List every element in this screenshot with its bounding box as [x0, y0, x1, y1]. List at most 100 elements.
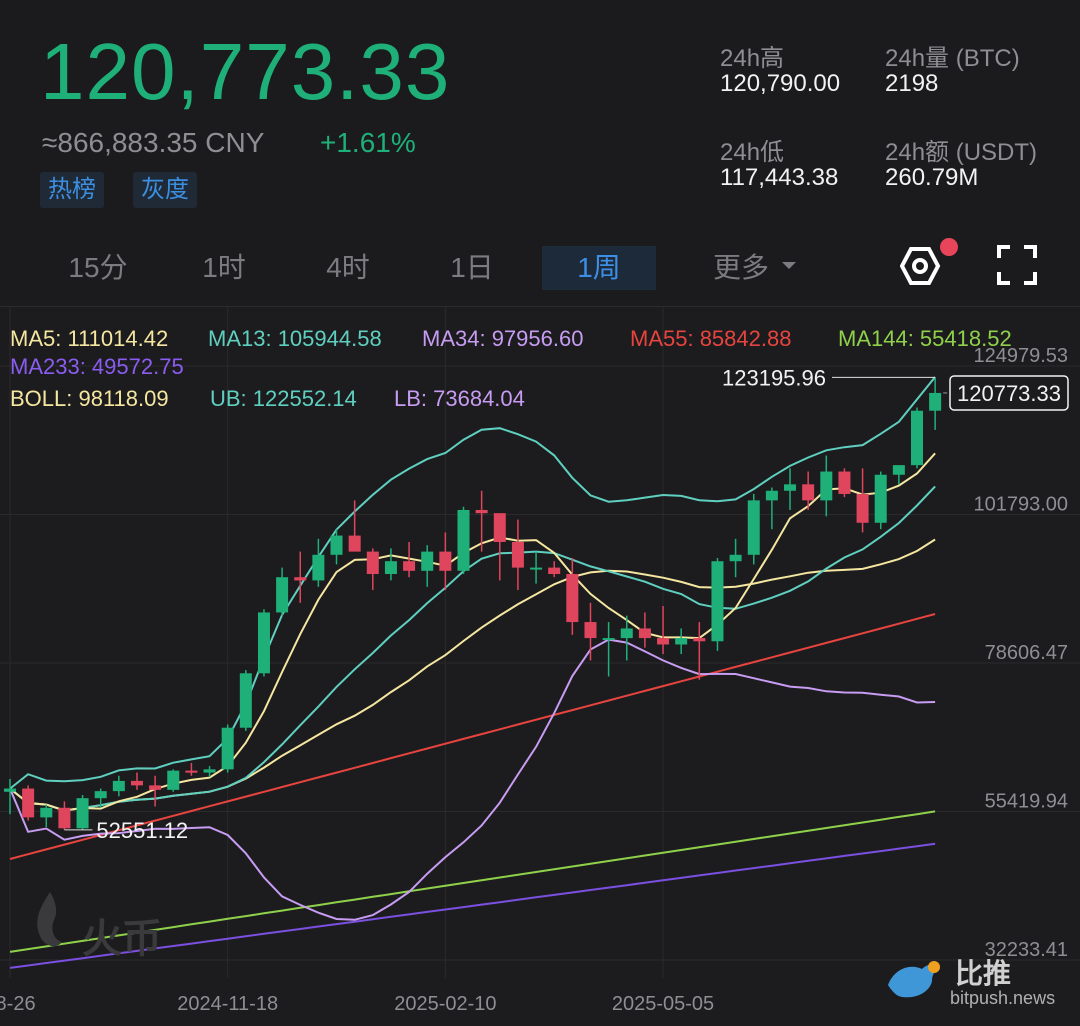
stat-label-24h-volume: 24h量 (BTC) [885, 45, 1020, 72]
candle-body [602, 638, 615, 641]
ma13-line [9, 485, 936, 812]
ticker-header: 120,773.33 ≈866,883.35 CNY +1.61% 热榜 灰度 … [0, 0, 1080, 300]
candle-body [693, 638, 706, 642]
ma233-label: MA233: 49572.75 [10, 354, 184, 379]
stat-value-24h-low: 117,443.38 [720, 164, 839, 191]
candle-body [130, 780, 143, 786]
tab-1d[interactable]: 1日 [424, 246, 520, 290]
candle-body [711, 561, 724, 642]
candle-body [94, 791, 107, 799]
candle-body [856, 493, 869, 523]
candle-body [439, 551, 452, 571]
candle-body [784, 484, 797, 491]
candle-body [221, 727, 234, 770]
tab-4h[interactable]: 4时 [300, 246, 396, 290]
stat-value-24h-volume: 2198 [885, 70, 939, 97]
tag-hot[interactable]: 热榜 [40, 172, 104, 208]
candle-body [203, 769, 216, 773]
chevron-down-icon[interactable] [780, 260, 798, 272]
candle-body [294, 577, 307, 581]
ma13-label: MA13: 105944.58 [208, 326, 382, 351]
candle-body [838, 471, 851, 494]
tab-15m[interactable]: 15分 [50, 246, 146, 290]
candle-body [330, 535, 343, 555]
candle-body [40, 807, 53, 818]
candle-body [4, 788, 16, 792]
stat-value-24h-turnover: 260.79M [885, 164, 979, 191]
last-price: 120,773.33 [40, 27, 451, 116]
candle-body [185, 770, 198, 773]
kline-chart[interactable]: 123195.9652551.12120773.33 124979.531017… [0, 306, 1080, 1026]
candle-body [149, 785, 162, 790]
y-tick-label: 101793.00 [973, 494, 1068, 516]
ma34-label: MA34: 97956.60 [422, 326, 584, 351]
tab-more[interactable]: 更多 [706, 246, 776, 290]
candle-body [548, 567, 561, 575]
candle-body [112, 780, 125, 792]
candle-body [747, 500, 760, 555]
tab-1h[interactable]: 1时 [176, 246, 272, 290]
candle-body [457, 509, 470, 571]
bitpush-url: bitpush.news [950, 988, 1056, 1008]
candle-body [620, 628, 633, 639]
candle-body [312, 554, 325, 581]
candle-body [657, 638, 670, 645]
candle-body [167, 770, 180, 790]
bitpush-watermark: 比推 [955, 958, 1012, 989]
y-tick-label: 55419.94 [985, 791, 1068, 813]
stat-label-24h-turnover: 24h额 (USDT) [885, 139, 1038, 166]
ma5-line [9, 452, 936, 812]
x-tick-label: 2024-11-18 [177, 993, 278, 1015]
candle-body [675, 638, 688, 645]
y-tick-label: 78606.47 [985, 642, 1068, 664]
candle-body [638, 628, 651, 639]
fullscreen-icon[interactable] [996, 244, 1038, 286]
x-tick-label: 08-26 [0, 993, 36, 1015]
candle-body [584, 622, 597, 639]
boll-mid-line [9, 538, 936, 812]
candle-body [22, 788, 35, 818]
notification-dot-icon [940, 238, 958, 256]
ma144-label: MA144: 55418.52 [838, 326, 1012, 351]
candle-body [530, 567, 543, 570]
stat-label-24h-low: 24h低 [720, 139, 785, 166]
change-percent: +1.61% [320, 127, 416, 158]
candle-body [384, 561, 397, 575]
candle-body [348, 535, 361, 552]
high-price-label: 123195.96 [722, 365, 826, 390]
candle-body [911, 410, 923, 466]
boll-ub-label: UB: 122552.14 [210, 386, 357, 411]
candle-body [874, 474, 887, 523]
boll-label: BOLL: 98118.09 [10, 386, 169, 411]
low-price-label: 52551.12 [96, 818, 188, 843]
x-tick-label: 2025-02-10 [394, 993, 496, 1015]
x-tick-label: 2025-05-05 [612, 993, 714, 1015]
candle-body [276, 577, 289, 613]
boll-lb-line [9, 638, 936, 921]
candle-body [929, 392, 942, 411]
cny-price: ≈866,883.35 CNY [42, 127, 265, 158]
candle-body [892, 465, 905, 475]
candle-body [366, 551, 379, 575]
stat-label-24h-high: 24h高 [720, 45, 785, 72]
candle-body [239, 673, 252, 728]
boll-lb-label: LB: 73684.04 [394, 386, 525, 411]
candle-body [765, 490, 778, 501]
tag-grayscale[interactable]: 灰度 [133, 172, 197, 208]
candle-body [421, 551, 434, 571]
candle-body [257, 612, 270, 674]
candle-body [566, 574, 579, 623]
bitpush-bird-logo-icon [888, 961, 940, 998]
candle-body [475, 509, 488, 514]
indicator-lines [9, 376, 936, 969]
boll-ub-line [9, 376, 936, 790]
candle-body [802, 484, 815, 501]
candle-body [403, 561, 416, 571]
tab-1w[interactable]: 1周 [542, 246, 656, 290]
candles [4, 377, 942, 830]
stat-value-24h-high: 120,790.00 [720, 70, 841, 97]
huobi-watermark: 火币 [82, 917, 162, 961]
candle-body [820, 471, 833, 501]
candle-body [511, 541, 524, 568]
huobi-flame-logo-icon [37, 892, 62, 947]
